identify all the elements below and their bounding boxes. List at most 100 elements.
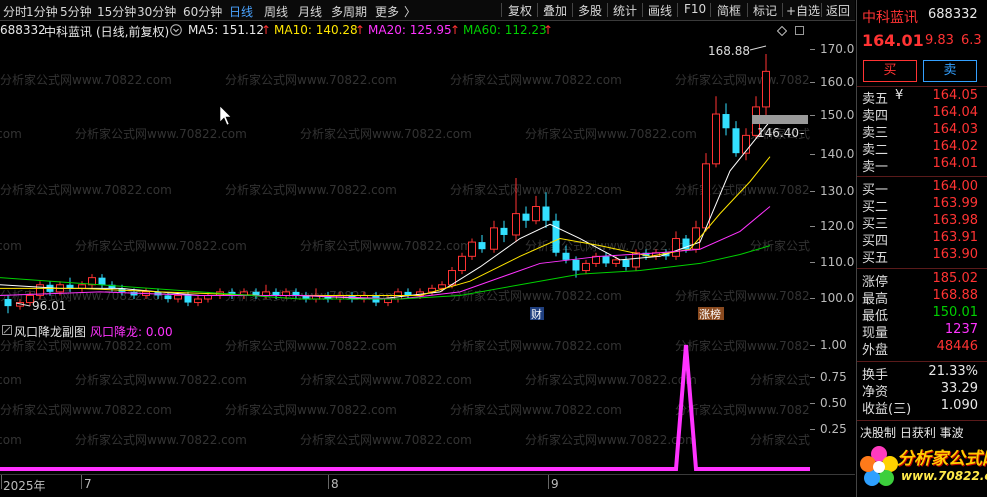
candle-body	[272, 291, 280, 296]
candle-body	[204, 294, 212, 300]
y-tick	[810, 115, 815, 116]
ma20-label: MA20: 125.95	[368, 23, 452, 37]
tab-fenshi[interactable]: 分时	[3, 3, 27, 20]
candle-body	[572, 259, 580, 271]
candle-body	[282, 291, 290, 296]
y-tick-label: 150.0	[820, 108, 855, 122]
watermark-text: 分析家公式网www.70822.com	[525, 126, 697, 141]
mark-button[interactable]: 标记	[753, 2, 777, 19]
stat-value: 168.88	[932, 288, 979, 303]
back-button[interactable]: 返回	[826, 2, 850, 19]
tab-60min[interactable]: 60分钟	[183, 3, 222, 20]
maximize-icon[interactable]	[795, 26, 804, 35]
tab-more[interactable]: 更多	[375, 3, 399, 20]
y-tick-label: 130.0	[820, 184, 855, 198]
toolbar-divider	[747, 3, 748, 17]
watermark-text: 分析家公式网www.70822.com	[225, 72, 397, 87]
watermark-text: 分析家公式网www.70822.com	[450, 72, 622, 87]
yen-icon: ¥	[895, 88, 904, 103]
candle-body	[262, 291, 270, 296]
watermark-text: 分析家公式网www.70822.com	[675, 338, 810, 353]
stat-row: 涨停 185.02	[857, 271, 987, 290]
tab-monthly[interactable]: 月线	[298, 3, 322, 20]
stat-value: 185.02	[932, 271, 979, 286]
tab-1min[interactable]: 1分钟	[26, 3, 58, 20]
watermark-text: 分析家公式网www.70822.com	[750, 432, 810, 447]
toolbar-divider	[710, 3, 711, 17]
panel-footer-tabs[interactable]: 决股制 日获利 事波	[857, 424, 987, 438]
order-row: 买四 163.91	[857, 230, 987, 249]
stat-value: 48446	[936, 339, 978, 354]
more-chevron-icon[interactable]: 〉	[404, 3, 416, 20]
tab-multi-period[interactable]: 多周期	[331, 3, 367, 20]
f10-button[interactable]: F10	[684, 2, 706, 16]
panel-footer-text[interactable]: 决股制 日获利 事波	[860, 424, 964, 438]
quote-price-line: 164.01 9.83 6.3	[857, 31, 987, 51]
candle-body	[78, 284, 86, 289]
candle-body	[532, 206, 540, 222]
order-price: 164.05	[932, 88, 979, 103]
tab-30min[interactable]: 30分钟	[137, 3, 176, 20]
order-price: 164.03	[932, 122, 979, 137]
draw-line-button[interactable]: 画线	[648, 2, 672, 19]
order-price: 164.04	[932, 105, 979, 120]
buy-button[interactable]: 买	[863, 60, 917, 82]
stat-row: 最高 168.88	[857, 288, 987, 307]
quote-panel: 中科蓝讯 688332 164.01 9.83 6.3 买 卖 卖五 ¥ 164…	[856, 0, 987, 497]
simple-frame-button[interactable]: 简框	[717, 2, 741, 19]
candle-body	[458, 255, 466, 272]
current-price-marker: 146.40	[757, 126, 799, 140]
overlay-button[interactable]: 叠加	[543, 2, 567, 19]
sell-button[interactable]: 卖	[923, 60, 977, 82]
multi-stock-button[interactable]: 多股	[578, 2, 602, 19]
y-tick-label: 110.0	[820, 255, 855, 269]
watermark-text: 分析家公式网www.70822.com	[450, 402, 622, 417]
indicator-subchart[interactable]: 分析家公式网www.70822.com 分析家公式网www.70822.com 分析…	[0, 338, 922, 473]
tab-weekly[interactable]: 周线	[264, 3, 288, 20]
candle-body	[500, 227, 508, 235]
order-price: 163.90	[932, 247, 979, 262]
tab-5min[interactable]: 5分钟	[60, 3, 92, 20]
tab-daily[interactable]: 日线	[229, 3, 253, 20]
y-tick	[810, 49, 815, 50]
chart-mode-dropdown-icon[interactable]	[170, 24, 182, 39]
current-price-bar	[752, 115, 808, 124]
y-tick-label: 120.0	[820, 219, 855, 233]
x-tick	[328, 475, 329, 489]
y-tick-label: 160.0	[820, 75, 855, 89]
candle-body	[762, 70, 770, 108]
indicator-canvas[interactable]: 分析家公式网www.70822.com 分析家公式网www.70822.com 分析…	[0, 338, 922, 473]
quote-stock-name: 中科蓝讯	[862, 10, 918, 26]
candle-body	[512, 213, 520, 236]
ma5-arrow-icon: ↑	[261, 23, 272, 37]
diamond-icon[interactable]	[776, 25, 788, 39]
stats-button[interactable]: 统计	[613, 2, 637, 19]
kline-main-chart[interactable]: 分析家公式网www.70822.com 分析家公式网www.70822.com 分析…	[0, 38, 922, 321]
logo-url: www.70822.com	[901, 469, 987, 483]
add-watchlist-button[interactable]: +自选	[786, 2, 820, 19]
quote-header: 中科蓝讯 688332	[857, 7, 987, 27]
y-tick-label: 1.00	[820, 338, 847, 352]
stat-value: 1.090	[940, 398, 978, 413]
watermark-text: 分析家公式网www.70822.com	[300, 432, 472, 447]
candle-body	[4, 299, 12, 307]
x-tick	[1, 475, 2, 489]
stock-code: 688332	[0, 23, 46, 37]
current-price: 164.01	[862, 31, 924, 50]
ma10-label: MA10: 140.28	[274, 23, 358, 37]
kline-canvas[interactable]: 分析家公式网www.70822.com 分析家公式网www.70822.com 分析…	[0, 38, 922, 321]
y-tick	[810, 298, 815, 299]
mouse-cursor-icon	[219, 105, 232, 126]
fuquan-button[interactable]: 复权	[508, 2, 532, 19]
watermark-text: 分析家公式网www.70822.com	[0, 72, 172, 87]
order-row: 卖四 164.04	[857, 105, 987, 124]
y-tick	[810, 262, 815, 263]
order-price: 163.99	[932, 196, 979, 211]
candle-body	[292, 291, 300, 296]
candle-body	[194, 298, 202, 304]
watermark-text: 分析家公式网www.70822.com	[525, 432, 697, 447]
watermark-text: 分析家公式网www.70822.com	[0, 432, 22, 447]
tab-15min[interactable]: 15分钟	[97, 3, 136, 20]
subchart-settings-icon[interactable]	[2, 324, 12, 338]
order-price: 164.02	[932, 139, 979, 154]
